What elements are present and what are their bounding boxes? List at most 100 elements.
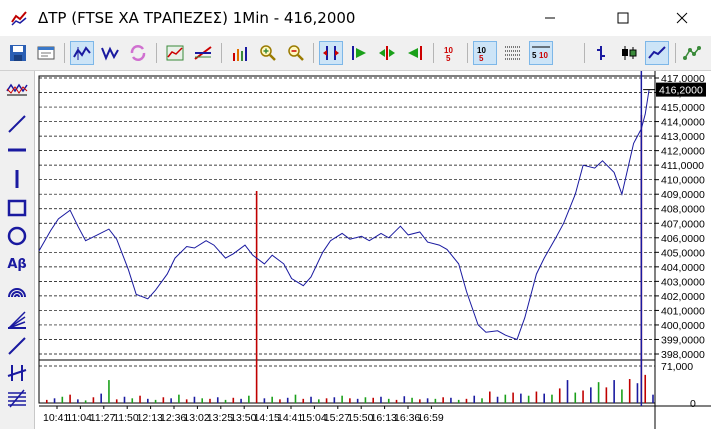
bar-spacing-icon bbox=[323, 46, 339, 60]
line-chart-button[interactable] bbox=[645, 41, 669, 65]
volume-icon bbox=[233, 47, 247, 61]
fan-tool[interactable] bbox=[4, 307, 30, 333]
time-tick-label: 11:04 bbox=[66, 412, 92, 424]
chart-app-icon bbox=[11, 11, 27, 26]
candlestick-icon bbox=[622, 46, 637, 60]
svg-text:5: 5 bbox=[446, 54, 451, 62]
price-tick-label: 408,0000 bbox=[661, 204, 705, 216]
window-title: ΔΤΡ (FTSE ΧΑ ΤΡΑΠΕΖΕΣ) 1Min - 416,2000 bbox=[38, 9, 356, 27]
price-tick-label: 400,0000 bbox=[661, 320, 705, 332]
vertical-line-icon bbox=[15, 170, 19, 188]
price-tick-label: 413,0000 bbox=[661, 131, 705, 143]
channel-icon bbox=[8, 337, 26, 355]
rectangle-icon bbox=[7, 199, 27, 217]
price-tick-label: 414,0000 bbox=[661, 117, 705, 129]
refresh-icon bbox=[130, 45, 146, 61]
price-tick-label: 398,0000 bbox=[661, 349, 705, 361]
text-tool-label: Aβ bbox=[7, 256, 27, 272]
indicator-icon bbox=[101, 46, 119, 61]
zoom-in-icon bbox=[260, 45, 276, 61]
pin-icon: 105 bbox=[444, 46, 453, 62]
data-window-icon: 5 10 bbox=[532, 46, 550, 60]
line-chart-icon bbox=[648, 46, 666, 59]
minimize-icon bbox=[545, 17, 555, 19]
zoom-out-button[interactable] bbox=[284, 41, 308, 65]
text-tool[interactable]: Aβ bbox=[4, 251, 30, 277]
price-chart[interactable]: 417,0000416,0000415,0000414,0000413,0000… bbox=[35, 71, 711, 429]
horizontal-line-icon bbox=[8, 148, 26, 152]
price-scale-tool[interactable] bbox=[4, 77, 30, 103]
price-tick-label: 410,0000 bbox=[661, 175, 705, 187]
candlestick-button[interactable] bbox=[617, 41, 641, 65]
ellipse-tool[interactable] bbox=[4, 223, 30, 249]
indicator-button[interactable] bbox=[98, 41, 122, 65]
drawing-toolbar: Aβ bbox=[0, 71, 35, 429]
horizontal-line-tool[interactable] bbox=[4, 137, 30, 163]
fibonacci-icon bbox=[8, 389, 26, 408]
title-bar: ΔΤΡ (FTSE ΧΑ ΤΡΑΠΕΖΕΣ) 1Min - 416,2000 bbox=[0, 0, 711, 36]
fibonacci-tool[interactable] bbox=[4, 385, 30, 411]
price-tick-label: 409,0000 bbox=[661, 189, 705, 201]
scroll-center-icon bbox=[379, 46, 395, 60]
close-button[interactable] bbox=[659, 0, 705, 36]
maximize-button[interactable] bbox=[600, 0, 646, 36]
scroll-end-button[interactable] bbox=[403, 41, 427, 65]
svg-text:10: 10 bbox=[539, 51, 548, 60]
trendline-button[interactable] bbox=[191, 41, 215, 65]
trendline-icon bbox=[194, 46, 212, 60]
time-tick-label: 11:50 bbox=[113, 412, 139, 424]
time-tick-label: 11:27 bbox=[90, 412, 116, 424]
refresh-button[interactable] bbox=[126, 41, 150, 65]
data-window-button[interactable]: 5 10 bbox=[529, 41, 553, 65]
diagonal-line-icon bbox=[8, 115, 26, 133]
cycle-lines-tool[interactable] bbox=[4, 360, 30, 386]
properties-icon bbox=[37, 46, 55, 60]
chart-area[interactable]: 417,0000416,0000415,0000414,0000413,0000… bbox=[35, 71, 711, 429]
volume-button[interactable] bbox=[228, 41, 252, 65]
fan-icon bbox=[8, 311, 26, 329]
save-button[interactable] bbox=[6, 41, 30, 65]
price-chart-button[interactable] bbox=[70, 41, 94, 65]
channel-tool[interactable] bbox=[4, 333, 30, 359]
price-tick-label: 411,0000 bbox=[661, 160, 704, 172]
main-toolbar: 10 5 10 5 5 10 bbox=[0, 36, 711, 71]
price-tick-label: 415,0000 bbox=[661, 102, 705, 114]
time-tick-label: 16:59 bbox=[417, 412, 443, 424]
bar-chart-icon bbox=[597, 46, 605, 60]
price-tick-label: 403,0000 bbox=[661, 276, 705, 288]
scroll-start-button[interactable] bbox=[347, 41, 371, 65]
add-study-button[interactable] bbox=[163, 41, 187, 65]
scroll-center-button[interactable] bbox=[375, 41, 399, 65]
wave-icon bbox=[6, 83, 28, 96]
cycle-lines-icon bbox=[7, 365, 27, 381]
save-icon bbox=[10, 45, 26, 61]
pin-button[interactable]: 10 5 bbox=[439, 41, 463, 65]
price-tick-label: 401,0000 bbox=[661, 305, 705, 317]
grid-button[interactable] bbox=[501, 41, 525, 65]
svg-text:5: 5 bbox=[532, 51, 537, 60]
price-tick-label: 407,0000 bbox=[661, 218, 705, 230]
bar-chart-button[interactable] bbox=[589, 41, 613, 65]
volume-tick-label: 0 bbox=[690, 398, 696, 410]
compare-button[interactable] bbox=[680, 41, 704, 65]
grid-icon bbox=[505, 46, 521, 60]
last-price-label: 416,2000 bbox=[659, 85, 703, 97]
bar-spacing-button[interactable] bbox=[319, 41, 343, 65]
maximize-icon bbox=[617, 12, 629, 24]
add-study-icon bbox=[166, 45, 184, 61]
price-tick-label: 404,0000 bbox=[661, 262, 705, 274]
vertical-line-tool[interactable] bbox=[4, 166, 30, 192]
minimize-button[interactable] bbox=[527, 0, 573, 36]
zoom-in-button[interactable] bbox=[256, 41, 280, 65]
ellipse-icon bbox=[7, 226, 27, 246]
price-tick-label: 412,0000 bbox=[661, 146, 705, 158]
diagonal-line-tool[interactable] bbox=[4, 111, 30, 137]
rectangle-tool[interactable] bbox=[4, 195, 30, 221]
close-icon bbox=[676, 12, 688, 24]
scroll-start-icon bbox=[352, 46, 366, 60]
arc-icon bbox=[8, 288, 26, 298]
arc-tool[interactable] bbox=[4, 279, 30, 305]
properties-button[interactable] bbox=[34, 41, 58, 65]
tick-data-button[interactable]: 10 5 bbox=[473, 41, 497, 65]
compare-icon bbox=[683, 46, 701, 60]
